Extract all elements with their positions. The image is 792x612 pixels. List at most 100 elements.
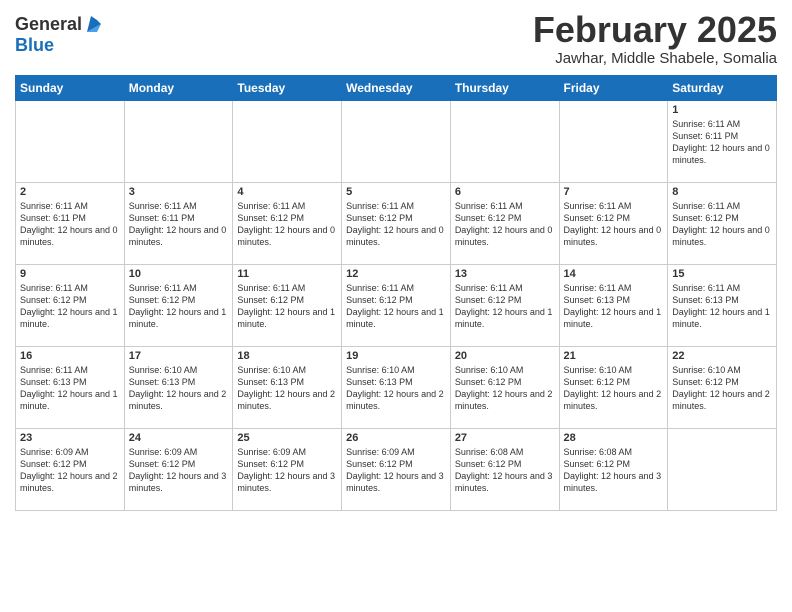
table-row — [450, 100, 559, 182]
day-number: 16 — [20, 350, 120, 362]
table-row: 17Sunrise: 6:10 AM Sunset: 6:13 PM Dayli… — [124, 346, 233, 428]
table-row: 23Sunrise: 6:09 AM Sunset: 6:12 PM Dayli… — [16, 428, 125, 510]
table-row: 3 Sunrise: 6:11 AM Sunset: 6:11 PM Daylig… — [124, 182, 233, 264]
day-number: 21 — [564, 350, 664, 362]
location-title: Jawhar, Middle Shabele, Somalia — [533, 50, 777, 67]
page: General Blue February 2025 Jawhar, Middl… — [0, 0, 792, 612]
day-info: Sunrise: 6:11 AM Sunset: 6:12 PM Dayligh… — [346, 200, 446, 249]
day-number: 19 — [346, 350, 446, 362]
calendar-week-row: 23 Sunrise: 6:09 AM Sunset: 6:12 PM Dayli… — [16, 428, 777, 510]
logo-icon — [83, 14, 105, 36]
calendar-week-row: 16 Sunrise: 6:11 AM Sunset: 6:13 PM Dayli… — [16, 346, 777, 428]
day-number: 20 — [455, 350, 555, 362]
table-row: 14Sunrise: 6:11 AM Sunset: 6:13 PM Dayli… — [559, 264, 668, 346]
table-row — [342, 100, 451, 182]
day-info: Sunrise: 6:11 AM Sunset: 6:13 PM Dayligh… — [20, 364, 120, 413]
day-number: 24 — [129, 432, 229, 444]
day-info: Sunrise: 6:11 AM Sunset: 6:12 PM Dayligh… — [346, 282, 446, 331]
day-number: 2 — [20, 186, 120, 198]
table-row: 11Sunrise: 6:11 AM Sunset: 6:12 PM Dayli… — [233, 264, 342, 346]
col-monday: Monday — [124, 75, 233, 100]
table-row: 20Sunrise: 6:10 AM Sunset: 6:12 PM Dayli… — [450, 346, 559, 428]
table-row: 27 Sunrise: 6:08 AM Sunset: 6:12 PM Dayli… — [450, 428, 559, 510]
day-info: Sunrise: 6:10 AM Sunset: 6:12 PM Dayligh… — [672, 364, 772, 413]
col-sunday: Sunday — [16, 75, 125, 100]
day-number: 25 — [237, 432, 337, 444]
day-number: 5 — [346, 186, 446, 198]
day-number: 8 — [672, 186, 772, 198]
title-block: February 2025 Jawhar, Middle Shabele, So… — [533, 10, 777, 67]
table-row: 13 Sunrise: 6:11 AM Sunset: 6:12 PM Dayli… — [450, 264, 559, 346]
table-row: 19 Sunrise: 6:10 AM Sunset: 6:13 PM Dayli… — [342, 346, 451, 428]
day-info: Sunrise: 6:11 AM Sunset: 6:13 PM Dayligh… — [564, 282, 664, 331]
day-number: 22 — [672, 350, 772, 362]
calendar-week-row: 2 Sunrise: 6:11 AM Sunset: 6:11 PM Daylig… — [16, 182, 777, 264]
day-info: Sunrise: 6:11 AM Sunset: 6:11 PM Dayligh… — [129, 200, 229, 249]
table-row: 15 Sunrise: 6:11 AM Sunset: 6:13 PM Dayli… — [668, 264, 777, 346]
day-info: Sunrise: 6:08 AM Sunset: 6:12 PM Dayligh… — [455, 446, 555, 495]
col-wednesday: Wednesday — [342, 75, 451, 100]
table-row: 2Sunrise: 6:11 AM Sunset: 6:11 PM Daylig… — [16, 182, 125, 264]
day-number: 3 — [129, 186, 229, 198]
col-saturday: Saturday — [668, 75, 777, 100]
col-friday: Friday — [559, 75, 668, 100]
day-info: Sunrise: 6:10 AM Sunset: 6:13 PM Dayligh… — [129, 364, 229, 413]
day-info: Sunrise: 6:10 AM Sunset: 6:13 PM Dayligh… — [237, 364, 337, 413]
day-number: 12 — [346, 268, 446, 280]
table-row: 6 Sunrise: 6:11 AM Sunset: 6:12 PM Daylig… — [450, 182, 559, 264]
calendar-week-row: 9 Sunrise: 6:11 AM Sunset: 6:12 PM Daylig… — [16, 264, 777, 346]
col-thursday: Thursday — [450, 75, 559, 100]
day-number: 18 — [237, 350, 337, 362]
day-number: 10 — [129, 268, 229, 280]
table-row: 9 Sunrise: 6:11 AM Sunset: 6:12 PM Daylig… — [16, 264, 125, 346]
calendar-week-row: 1Sunrise: 6:11 AM Sunset: 6:11 PM Daylig… — [16, 100, 777, 182]
logo-blue-text: Blue — [15, 36, 106, 56]
month-title: February 2025 — [533, 10, 777, 50]
logo: General Blue — [15, 14, 106, 56]
day-info: Sunrise: 6:11 AM Sunset: 6:12 PM Dayligh… — [20, 282, 120, 331]
day-info: Sunrise: 6:11 AM Sunset: 6:13 PM Dayligh… — [672, 282, 772, 331]
day-number: 6 — [455, 186, 555, 198]
day-number: 13 — [455, 268, 555, 280]
day-info: Sunrise: 6:10 AM Sunset: 6:13 PM Dayligh… — [346, 364, 446, 413]
table-row: 5 Sunrise: 6:11 AM Sunset: 6:12 PM Daylig… — [342, 182, 451, 264]
table-row: 4 Sunrise: 6:11 AM Sunset: 6:12 PM Daylig… — [233, 182, 342, 264]
day-number: 4 — [237, 186, 337, 198]
day-info: Sunrise: 6:11 AM Sunset: 6:12 PM Dayligh… — [129, 282, 229, 331]
day-number: 26 — [346, 432, 446, 444]
table-row: 16 Sunrise: 6:11 AM Sunset: 6:13 PM Dayli… — [16, 346, 125, 428]
table-row: 24 Sunrise: 6:09 AM Sunset: 6:12 PM Dayli… — [124, 428, 233, 510]
day-info: Sunrise: 6:11 AM Sunset: 6:12 PM Dayligh… — [564, 200, 664, 249]
day-number: 23 — [20, 432, 120, 444]
day-info: Sunrise: 6:11 AM Sunset: 6:12 PM Dayligh… — [237, 200, 337, 249]
table-row — [233, 100, 342, 182]
col-tuesday: Tuesday — [233, 75, 342, 100]
day-info: Sunrise: 6:11 AM Sunset: 6:12 PM Dayligh… — [455, 200, 555, 249]
day-info: Sunrise: 6:11 AM Sunset: 6:12 PM Dayligh… — [455, 282, 555, 331]
calendar: Sunday Monday Tuesday Wednesday Thursday… — [15, 75, 777, 511]
table-row — [559, 100, 668, 182]
table-row — [124, 100, 233, 182]
table-row: 18 Sunrise: 6:10 AM Sunset: 6:13 PM Dayli… — [233, 346, 342, 428]
calendar-header-row: Sunday Monday Tuesday Wednesday Thursday… — [16, 75, 777, 100]
table-row: 25 Sunrise: 6:09 AM Sunset: 6:12 PM Dayli… — [233, 428, 342, 510]
table-row — [668, 428, 777, 510]
table-row: 10 Sunrise: 6:11 AM Sunset: 6:12 PM Dayli… — [124, 264, 233, 346]
table-row: 22 Sunrise: 6:10 AM Sunset: 6:12 PM Dayli… — [668, 346, 777, 428]
table-row: 28Sunrise: 6:08 AM Sunset: 6:12 PM Dayli… — [559, 428, 668, 510]
day-number: 27 — [455, 432, 555, 444]
day-info: Sunrise: 6:09 AM Sunset: 6:12 PM Dayligh… — [346, 446, 446, 495]
table-row: 7Sunrise: 6:11 AM Sunset: 6:12 PM Daylig… — [559, 182, 668, 264]
day-info: Sunrise: 6:09 AM Sunset: 6:12 PM Dayligh… — [129, 446, 229, 495]
table-row: 21Sunrise: 6:10 AM Sunset: 6:12 PM Dayli… — [559, 346, 668, 428]
day-info: Sunrise: 6:09 AM Sunset: 6:12 PM Dayligh… — [237, 446, 337, 495]
day-info: Sunrise: 6:11 AM Sunset: 6:11 PM Dayligh… — [672, 118, 772, 167]
logo-general-text: General — [15, 15, 82, 35]
day-number: 9 — [20, 268, 120, 280]
day-number: 15 — [672, 268, 772, 280]
day-info: Sunrise: 6:11 AM Sunset: 6:12 PM Dayligh… — [237, 282, 337, 331]
day-number: 28 — [564, 432, 664, 444]
table-row: 8Sunrise: 6:11 AM Sunset: 6:12 PM Daylig… — [668, 182, 777, 264]
table-row: 26 Sunrise: 6:09 AM Sunset: 6:12 PM Dayli… — [342, 428, 451, 510]
table-row: 12 Sunrise: 6:11 AM Sunset: 6:12 PM Dayli… — [342, 264, 451, 346]
